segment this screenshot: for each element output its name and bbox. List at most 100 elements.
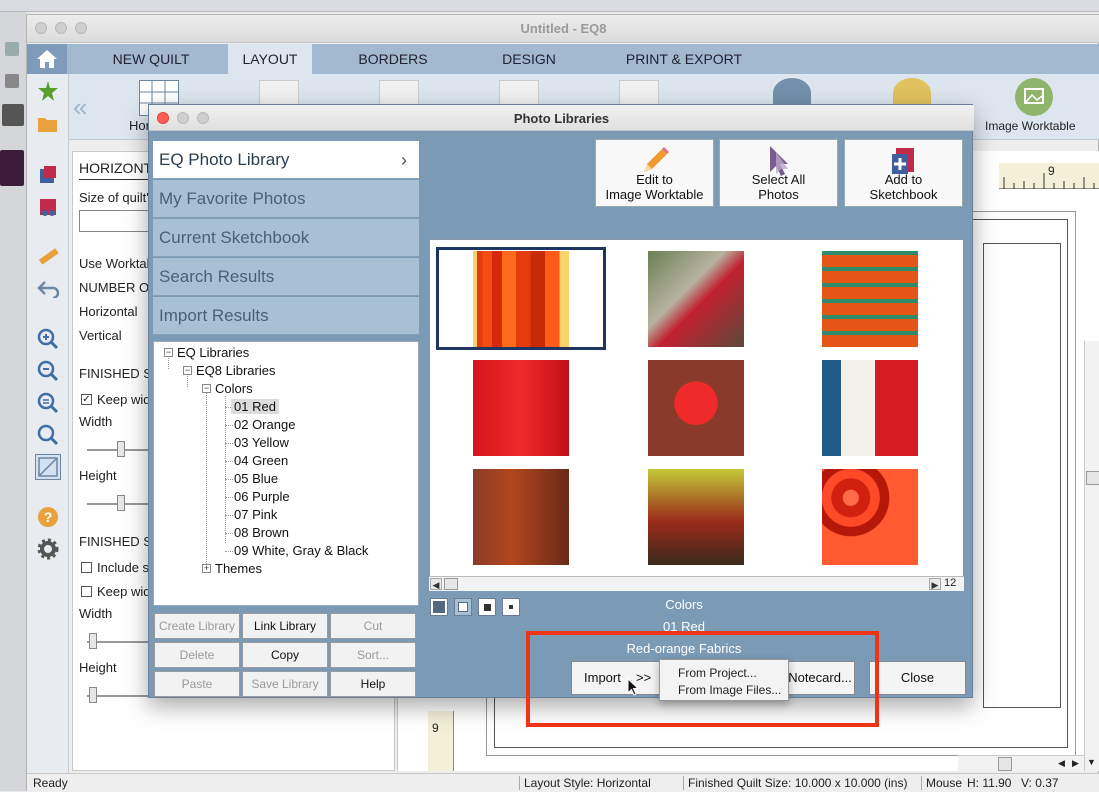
tree-item-01-red[interactable]: 01 Red xyxy=(231,399,279,414)
tab-borders[interactable]: BORDERS xyxy=(345,44,441,74)
height2-slider-thumb[interactable] xyxy=(89,687,97,703)
photo-thumbnail[interactable] xyxy=(473,251,569,347)
link-library-button[interactable]: Link Library xyxy=(242,613,328,639)
scroll-down-icon[interactable]: ▼ xyxy=(1087,757,1096,767)
layout-option-icon[interactable] xyxy=(499,80,539,106)
tree-collapse-icon[interactable]: − xyxy=(183,366,192,375)
photo-thumbnail[interactable] xyxy=(822,469,918,565)
tree-item-05-blue[interactable]: 05 Blue xyxy=(234,471,278,486)
tree-item-09-white-gray-black[interactable]: 09 White, Gray & Black xyxy=(234,543,368,558)
vertical-scrollbar[interactable]: ▼ xyxy=(1084,341,1099,771)
tree-colors[interactable]: Colors xyxy=(215,381,253,396)
zoom-out-icon[interactable] xyxy=(35,358,61,384)
delete-button[interactable]: Delete xyxy=(154,642,240,668)
photo-thumbnail[interactable] xyxy=(473,469,569,565)
sketchbook-icon[interactable] xyxy=(35,194,61,220)
save-library-button[interactable]: Save Library xyxy=(242,671,328,697)
library-my-favorite-photos[interactable]: My Favorite Photos xyxy=(153,180,419,218)
keep-width2-checkbox[interactable] xyxy=(81,586,92,597)
photo-thumbnail[interactable] xyxy=(473,360,569,456)
paste-button[interactable]: Paste xyxy=(154,671,240,697)
width2-slider-track[interactable] xyxy=(87,641,157,643)
undo-icon[interactable] xyxy=(35,276,61,302)
add-to-sketchbook-button[interactable]: Add to Sketchbook xyxy=(844,139,963,207)
view-medium-button[interactable] xyxy=(454,598,472,616)
library-eq-photo[interactable]: EQ Photo Library › xyxy=(153,141,419,179)
layout-option-icon[interactable] xyxy=(259,80,299,106)
photo-thumbnail[interactable] xyxy=(648,251,744,347)
create-library-button[interactable]: Create Library xyxy=(154,613,240,639)
grid-tool-icon[interactable] xyxy=(35,454,61,480)
scroll-left-icon[interactable]: ◀ xyxy=(1058,758,1065,769)
view-small-button[interactable] xyxy=(478,598,496,616)
photo-thumbnail[interactable] xyxy=(822,360,918,456)
new-star-icon[interactable] xyxy=(35,78,61,104)
tab-print-export[interactable]: PRINT & EXPORT xyxy=(617,44,751,74)
library-label: EQ Photo Library xyxy=(159,150,290,169)
tree-collapse-icon[interactable]: − xyxy=(202,384,211,393)
size-dropdown[interactable] xyxy=(79,210,159,232)
image-worktable-icon[interactable] xyxy=(1015,78,1053,116)
height2-slider-track[interactable] xyxy=(87,695,157,697)
vertical-scroll-thumb[interactable] xyxy=(1086,471,1099,485)
zoom-page-icon[interactable] xyxy=(35,422,61,448)
scroll-left-icon[interactable]: ◀ xyxy=(430,578,442,590)
keep-width-checkbox[interactable]: ✓ xyxy=(81,394,92,405)
view-tiny-button[interactable] xyxy=(502,598,520,616)
desktop-file-icon[interactable] xyxy=(2,104,24,126)
select-all-photos-button[interactable]: Select All Photos xyxy=(719,139,838,207)
horizontal-scrollbar[interactable]: ◀ ▶ xyxy=(958,755,1084,771)
scroll-right-icon[interactable]: ▶ xyxy=(1072,758,1079,769)
ribbon-collapse-arrows[interactable]: « xyxy=(73,92,87,123)
add-block-icon[interactable] xyxy=(35,162,61,188)
ruler-icon[interactable] xyxy=(35,244,61,270)
close-dialog-button[interactable]: Close xyxy=(869,661,966,695)
desktop-quilt-icon[interactable] xyxy=(0,150,24,186)
horizontal-scroll-thumb[interactable] xyxy=(998,757,1012,771)
copy-button[interactable]: Copy xyxy=(242,642,328,668)
thumbnail-scrollbar[interactable]: ◀ ▶ 12 xyxy=(429,576,964,591)
tree-eq-libraries[interactable]: EQ Libraries xyxy=(177,345,249,360)
library-current-sketchbook[interactable]: Current Sketchbook xyxy=(153,219,419,257)
photo-thumbnail[interactable] xyxy=(648,469,744,565)
tree-themes[interactable]: Themes xyxy=(215,561,262,576)
height-slider-thumb[interactable] xyxy=(117,495,125,511)
view-large-button[interactable] xyxy=(430,598,448,616)
photo-thumbnail[interactable] xyxy=(822,251,918,347)
width2-slider-thumb[interactable] xyxy=(89,633,97,649)
tab-design[interactable]: DESIGN xyxy=(487,44,571,74)
desktop-grid-icon[interactable] xyxy=(5,74,19,88)
tab-layout[interactable]: LAYOUT xyxy=(228,44,312,74)
help-button[interactable]: Help xyxy=(330,671,416,697)
tab-new-quilt[interactable]: NEW QUILT xyxy=(97,44,205,74)
tree-item-07-pink[interactable]: 07 Pink xyxy=(234,507,277,522)
layout-option-icon[interactable] xyxy=(619,80,659,106)
width-slider-thumb[interactable] xyxy=(117,441,125,457)
zoom-fit-icon[interactable] xyxy=(35,390,61,416)
sort-button[interactable]: Sort... xyxy=(330,642,416,668)
edit-to-image-worktable-button[interactable]: Edit to Image Worktable xyxy=(595,139,714,207)
tree-eq8-libraries[interactable]: EQ8 Libraries xyxy=(196,363,275,378)
desktop-app-icon[interactable] xyxy=(5,42,19,56)
image-worktable-label[interactable]: Image Worktable xyxy=(985,119,1076,133)
tree-item-02-orange[interactable]: 02 Orange xyxy=(234,417,295,432)
settings-gear-icon[interactable] xyxy=(35,536,61,562)
tree-item-04-green[interactable]: 04 Green xyxy=(234,453,288,468)
cut-button[interactable]: Cut xyxy=(330,613,416,639)
include-checkbox[interactable] xyxy=(81,562,92,573)
tree-item-08-brown[interactable]: 08 Brown xyxy=(234,525,289,540)
photo-thumbnail[interactable] xyxy=(648,360,744,456)
scroll-right-icon[interactable]: ▶ xyxy=(929,578,941,590)
tree-item-03-yellow[interactable]: 03 Yellow xyxy=(234,435,289,450)
zoom-in-icon[interactable] xyxy=(35,326,61,352)
open-folder-icon[interactable] xyxy=(35,111,61,137)
help-icon[interactable]: ? xyxy=(35,504,61,530)
library-search-results[interactable]: Search Results xyxy=(153,258,419,296)
home-tab[interactable] xyxy=(27,44,67,74)
library-import-results[interactable]: Import Results xyxy=(153,297,419,335)
layout-option-icon[interactable] xyxy=(379,80,419,106)
tree-expand-icon[interactable]: + xyxy=(202,564,211,573)
tree-collapse-icon[interactable]: − xyxy=(164,348,173,357)
thumbnail-scroll-thumb[interactable] xyxy=(444,578,458,590)
tree-item-06-purple[interactable]: 06 Purple xyxy=(234,489,290,504)
